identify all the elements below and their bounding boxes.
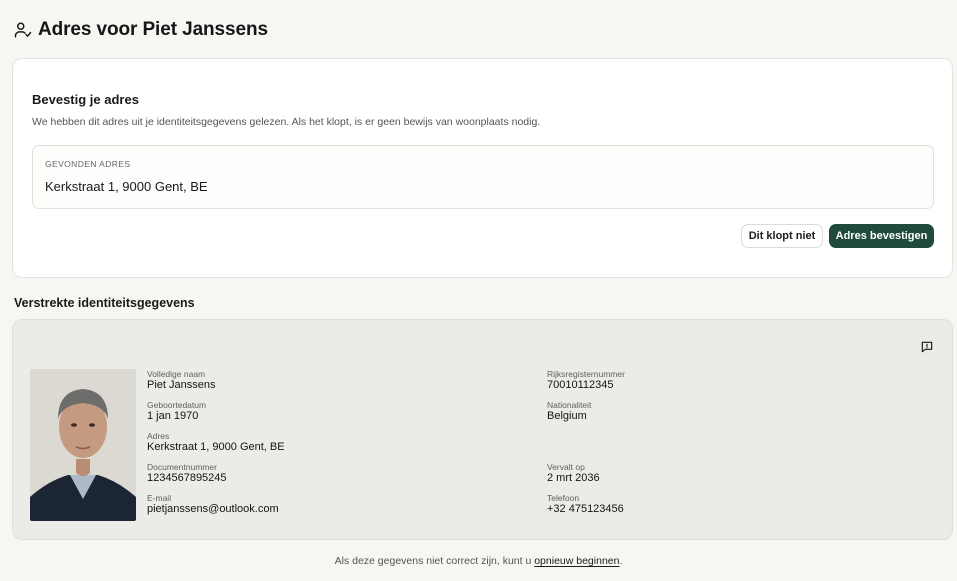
footer-text-after: .	[619, 555, 623, 567]
national-number-field: Rijksregisternummer 70010112345	[547, 369, 625, 392]
found-address-value: Kerkstraat 1, 9000 Gent, BE	[45, 179, 208, 194]
address-confirm-card: Bevestig je adres We hebben dit adres ui…	[12, 58, 953, 278]
footer-note: Als deze gegevens niet correct zijn, kun…	[0, 555, 957, 567]
address-field: Adres Kerkstraat 1, 9000 Gent, BE	[147, 431, 285, 454]
email-label: E-mail	[147, 493, 172, 503]
national-number-value: 70010112345	[547, 379, 614, 391]
document-number-label: Documentnummer	[147, 462, 217, 472]
user-check-icon	[14, 21, 32, 39]
confirm-heading: Bevestig je adres	[32, 92, 139, 107]
confirm-address-button[interactable]: Adres bevestigen	[829, 224, 934, 248]
birthdate-value: 1 jan 1970	[147, 410, 199, 422]
footer-text-before: Als deze gegevens niet correct zijn, kun…	[334, 555, 535, 567]
identity-card: Volledige naam Piet Janssens Geboortedat…	[12, 319, 953, 540]
restart-link[interactable]: opnieuw beginnen	[534, 555, 619, 567]
nationality-field: Nationaliteit Belgium	[547, 400, 591, 423]
found-address-box: GEVONDEN ADRES Kerkstraat 1, 9000 Gent, …	[32, 145, 934, 209]
birthdate-field: Geboortedatum 1 jan 1970	[147, 400, 206, 423]
page-header: Adres voor Piet Janssens	[14, 19, 268, 41]
phone-value: +32 475123456	[547, 503, 624, 515]
feedback-button[interactable]	[918, 341, 936, 357]
address-value: Kerkstraat 1, 9000 Gent, BE	[147, 441, 285, 453]
full-name-label: Volledige naam	[147, 369, 206, 379]
nationality-label: Nationaliteit	[547, 400, 592, 410]
page-title: Adres voor Piet Janssens	[38, 19, 268, 40]
expires-field: Vervalt op 2 mrt 2036	[547, 462, 600, 485]
email-value: pietjanssens@outlook.com	[147, 503, 279, 515]
identity-section-title: Verstrekte identiteitsgegevens	[14, 296, 195, 310]
id-photo	[30, 369, 136, 521]
expires-value: 2 mrt 2036	[547, 472, 600, 484]
confirm-description: We hebben dit adres uit je identiteitsge…	[32, 116, 541, 128]
full-name-field: Volledige naam Piet Janssens	[147, 369, 215, 392]
message-alert-icon	[920, 340, 934, 359]
reject-address-button[interactable]: Dit klopt niet	[741, 224, 823, 248]
address-label: Adres	[147, 431, 170, 441]
found-address-label: GEVONDEN ADRES	[45, 159, 131, 169]
expires-label: Vervalt op	[547, 462, 585, 472]
birthdate-label: Geboortedatum	[147, 400, 207, 410]
phone-field: Telefoon +32 475123456	[547, 493, 624, 516]
email-field: E-mail pietjanssens@outlook.com	[147, 493, 279, 516]
phone-label: Telefoon	[547, 493, 580, 503]
document-number-field: Documentnummer 1234567895245	[147, 462, 227, 485]
nationality-value: Belgium	[547, 410, 587, 422]
document-number-value: 1234567895245	[147, 472, 227, 484]
full-name-value: Piet Janssens	[147, 379, 216, 391]
national-number-label: Rijksregisternummer	[547, 369, 625, 379]
